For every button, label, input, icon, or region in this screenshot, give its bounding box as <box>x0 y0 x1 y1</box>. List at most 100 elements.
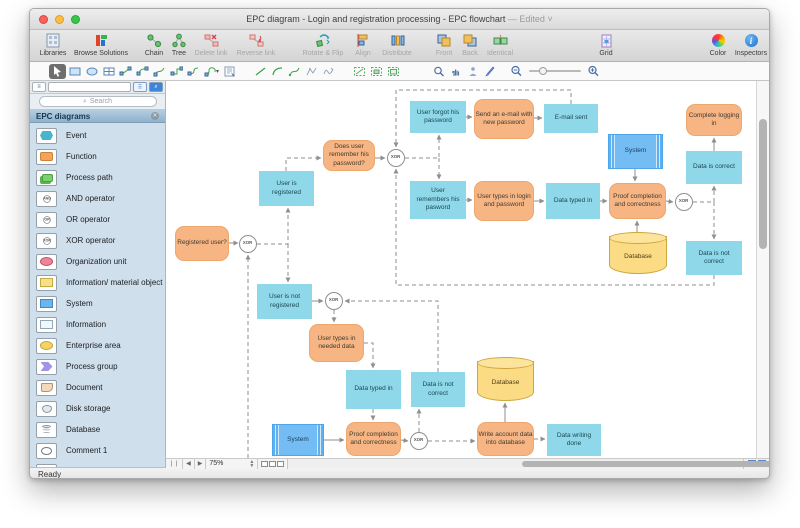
zoom-in-icon[interactable] <box>587 65 600 77</box>
toolbar-button-identical[interactable]: Identical <box>463 32 537 57</box>
library-filter-field[interactable] <box>48 82 131 92</box>
zoom-slider-thumb[interactable] <box>539 67 547 75</box>
zoom-tool[interactable] <box>430 64 447 79</box>
horizontal-scrollbar-thumb[interactable] <box>522 461 770 467</box>
canvas-node-proof-top[interactable]: Proof completion and correctness <box>609 183 666 219</box>
canvas-node-user-types-needed-data[interactable]: User types in needed data <box>309 324 364 362</box>
canvas-node-data-typed-in-top[interactable]: Data typed in <box>546 183 600 219</box>
canvas-node-user-forgot-password[interactable]: User forgot his password <box>410 101 466 133</box>
horizontal-scrollbar[interactable] <box>288 459 743 469</box>
library-item-system[interactable]: System <box>30 293 165 314</box>
library-item-information-material-object[interactable]: Information/ material object <box>30 272 165 293</box>
library-item-document[interactable]: Document <box>30 377 165 398</box>
library-item-organization-unit[interactable]: Organization unit <box>30 251 165 272</box>
canvas-node-xor-3[interactable]: XOR <box>675 193 693 211</box>
page-list-button[interactable]: ❘❘ <box>166 459 183 469</box>
canvas-node-user-is-not-registered[interactable]: User is not registered <box>257 284 312 319</box>
canvas-node-data-is-not-correct-bottom[interactable]: Data is not correct <box>411 372 465 407</box>
library-item-enterprise-area[interactable]: Enterprise area <box>30 335 165 356</box>
library-item-comment-2[interactable]: Comment 2 <box>30 461 165 467</box>
library-item-or-operator[interactable]: OROR operator <box>30 209 165 230</box>
lock-group-tool[interactable] <box>385 64 402 79</box>
library-grid-view-button[interactable]: ⠿ <box>133 82 147 92</box>
spline-tool[interactable] <box>286 64 303 79</box>
connector[interactable] <box>405 135 439 158</box>
bezier-connector-tool[interactable] <box>151 64 168 79</box>
search-input[interactable]: ⌕Search <box>39 96 157 107</box>
smart-connector-tool[interactable] <box>168 64 185 79</box>
canvas-node-data-is-correct[interactable]: Data is correct <box>686 151 742 184</box>
connector[interactable] <box>257 208 288 244</box>
vertical-scrollbar[interactable] <box>756 81 769 458</box>
line-tool[interactable] <box>252 64 269 79</box>
freehand-tool[interactable] <box>320 64 337 79</box>
canvas-node-send-email[interactable]: Send an e-mail with new password <box>474 99 534 139</box>
group-tool[interactable] <box>351 64 368 79</box>
canvas-node-data-writing-done[interactable]: Data writing done <box>547 424 601 456</box>
connector-dropdown-caret[interactable]: ▾ <box>216 68 219 75</box>
minimize-window-button[interactable] <box>55 15 64 24</box>
close-window-button[interactable] <box>39 15 48 24</box>
canvas-node-data-is-not-correct-top[interactable]: Data is not correct <box>686 241 742 275</box>
library-item-function[interactable]: Function <box>30 146 165 167</box>
zoom-window-button[interactable] <box>71 15 80 24</box>
library-close-icon[interactable]: ✕ <box>151 112 159 120</box>
canvas-node-xor-5[interactable]: XOR <box>410 432 428 450</box>
canvas-node-xor-1[interactable]: XOR <box>239 235 257 253</box>
library-item-information[interactable]: Information <box>30 314 165 335</box>
polyline-tool[interactable] <box>303 64 320 79</box>
canvas-node-database-top[interactable]: Database <box>609 236 667 274</box>
library-item-xor-operator[interactable]: XORXOR operator <box>30 230 165 251</box>
actor-tool[interactable] <box>464 64 481 79</box>
connector[interactable] <box>401 440 408 441</box>
canvas-node-data-typed-in-bottom[interactable]: Data typed in <box>346 370 401 409</box>
pan-tool[interactable] <box>447 64 464 79</box>
connector[interactable] <box>666 201 673 202</box>
pencil-tool[interactable] <box>481 64 498 79</box>
library-tree-button[interactable]: ≡ <box>32 82 46 92</box>
canvas-node-user-types-login[interactable]: User types in login and password <box>474 181 534 221</box>
connector[interactable] <box>693 186 714 202</box>
vertical-scrollbar-thumb[interactable] <box>759 119 767 249</box>
library-item-comment-1[interactable]: Comment 1 <box>30 440 165 461</box>
canvas-node-registered-user[interactable]: Registered user? <box>175 226 229 261</box>
canvas-node-user-is-registered[interactable]: User is registered <box>259 171 314 206</box>
library-item-and-operator[interactable]: ANDAND operator <box>30 188 165 209</box>
library-item-process-path[interactable]: Process path <box>30 167 165 188</box>
page-view-buttons[interactable] <box>258 459 288 469</box>
connector[interactable] <box>286 158 321 171</box>
zoom-level-control[interactable]: 75%▲▼ <box>206 459 258 469</box>
library-item-database[interactable]: Database <box>30 419 165 440</box>
canvas-node-user-remembers-password[interactable]: User remembers his pasword <box>410 181 466 219</box>
canvas-node-xor-4[interactable]: XOR <box>325 292 343 310</box>
toolbar-button-reverse-link[interactable]: Reverse link <box>219 32 293 57</box>
library-item-process-group[interactable]: Process group <box>30 356 165 377</box>
canvas-node-system-bottom[interactable]: System <box>272 424 324 456</box>
connector[interactable] <box>364 343 373 368</box>
canvas-node-proof-bottom[interactable]: Proof completion and correctness <box>346 422 401 456</box>
canvas-node-system-top[interactable]: System <box>608 134 663 169</box>
next-page-button[interactable]: ▶ <box>195 459 207 469</box>
pointer-tool[interactable] <box>49 64 66 79</box>
canvas-node-complete-logging-in[interactable]: Complete logging in <box>686 104 742 136</box>
canvas-node-database-bottom[interactable]: Database <box>477 361 534 401</box>
library-item-event[interactable]: Event <box>30 125 165 146</box>
ellipse-tool[interactable] <box>83 64 100 79</box>
canvas-node-email-sent[interactable]: E-mail sent <box>544 104 598 133</box>
toolbar-button-grid[interactable]: Grid <box>569 32 643 57</box>
canvas-node-does-user-remember[interactable]: Does user remember his password? <box>323 140 375 171</box>
curve-connector-tool[interactable] <box>185 64 202 79</box>
table-tool[interactable] <box>100 64 117 79</box>
direct-connector-tool[interactable] <box>117 64 134 79</box>
library-item-disk-storage[interactable]: Disk storage <box>30 398 165 419</box>
ungroup-tool[interactable] <box>368 64 385 79</box>
arc-connector-tool[interactable] <box>134 64 151 79</box>
diagram-canvas[interactable]: Registered user? XOR User is registered Doe… <box>166 81 758 458</box>
library-header[interactable]: EPC diagrams ✕ <box>30 110 165 123</box>
zoom-slider-track[interactable] <box>529 70 581 72</box>
zoom-out-icon[interactable] <box>510 65 523 77</box>
toolbar-button-inspectors[interactable]: iInspectors <box>714 32 770 57</box>
canvas-node-xor-2[interactable]: XOR <box>387 149 405 167</box>
rectangle-tool[interactable] <box>66 64 83 79</box>
library-search-button[interactable]: ⌕ <box>149 82 163 92</box>
